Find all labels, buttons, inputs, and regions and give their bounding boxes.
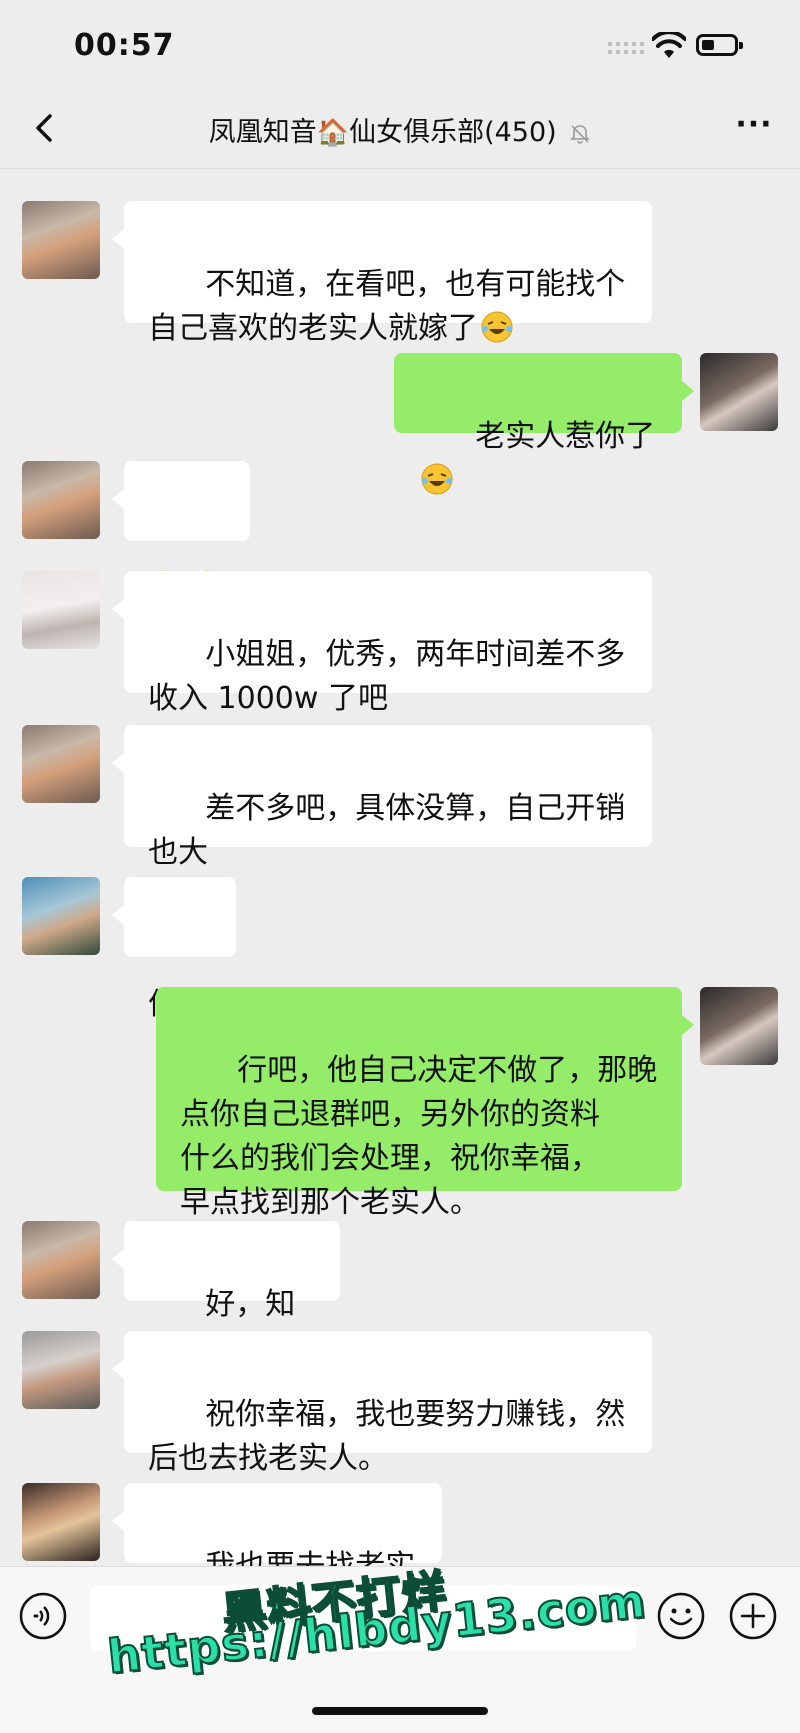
- message-text: 小姐姐，优秀，两年时间差不多 收入 1000w 了吧: [148, 637, 626, 716]
- avatar[interactable]: [22, 571, 100, 649]
- signal-icon: [606, 40, 646, 56]
- message-bubble[interactable]: 小姐姐，优秀，两年时间差不多 收入 1000w 了吧: [112, 571, 652, 716]
- message-text: 差不多吧，具体没算，自己开销 也大: [148, 791, 626, 870]
- message-bubble[interactable]: [112, 461, 250, 606]
- message-bubble[interactable]: 差不多吧，具体没算，自己开销 也大: [112, 725, 652, 870]
- avatar[interactable]: [22, 461, 100, 539]
- message-text: 行吧，他自己决定不做了，那晚 点你自己退群吧，另外你的资料 什么的我们会处理，祝…: [180, 1053, 658, 1220]
- chat-title-part1: 凤凰知音: [208, 117, 317, 148]
- avatar[interactable]: [22, 1483, 100, 1561]
- chat-header: 凤凰知音🏠仙女俱乐部(450) ···: [0, 90, 800, 169]
- avatar[interactable]: [22, 201, 100, 279]
- laugh-cry-emoji-icon: [421, 463, 453, 495]
- message-list: 不知道，在看吧，也有可能找个 自己喜欢的老实人就嫁了 老实人惹你了 小姐姐，优秀…: [0, 169, 800, 1628]
- laugh-cry-emoji-icon: [481, 311, 513, 343]
- avatar[interactable]: [22, 1331, 100, 1409]
- message-bubble[interactable]: 不知道，在看吧，也有可能找个 自己喜欢的老实人就嫁了: [112, 201, 652, 346]
- message-text: 老实人惹你了: [475, 419, 656, 454]
- avatar[interactable]: [22, 1221, 100, 1299]
- plus-icon[interactable]: [728, 1591, 778, 1641]
- status-bar: 00:57: [0, 0, 800, 90]
- wifi-icon: [652, 32, 686, 58]
- message-bubble[interactable]: 祝你幸福，我也要努力赚钱，然 后也去找老实人。: [112, 1331, 652, 1476]
- status-time: 00:57: [74, 28, 175, 63]
- message-bubble[interactable]: 优秀: [112, 877, 236, 1022]
- avatar[interactable]: [700, 987, 778, 1065]
- mute-bell-icon: [570, 124, 591, 144]
- message-bubble[interactable]: 行吧，他自己决定不做了，那晚 点你自己退群吧，另外你的资料 什么的我们会处理，祝…: [156, 987, 694, 1220]
- more-button[interactable]: ···: [734, 110, 774, 146]
- avatar[interactable]: [700, 353, 778, 431]
- message-bubble[interactable]: 老实人惹你了: [394, 353, 694, 495]
- battery-icon: [696, 34, 743, 56]
- home-indicator: [312, 1707, 488, 1715]
- chat-title-part2: 仙女俱乐部(450): [349, 117, 557, 148]
- message-text: 不知道，在看吧，也有可能找个 自己喜欢的老实人就嫁了: [148, 267, 626, 346]
- message-text: 祝你幸福，我也要努力赚钱，然 后也去找老实人。: [148, 1397, 626, 1476]
- voice-icon[interactable]: [18, 1591, 68, 1641]
- chat-title: 凤凰知音🏠仙女俱乐部(450): [0, 110, 800, 149]
- emoji-icon[interactable]: [656, 1591, 706, 1641]
- avatar[interactable]: [22, 877, 100, 955]
- avatar[interactable]: [22, 725, 100, 803]
- house-emoji: 🏠: [316, 118, 350, 148]
- message-bubble[interactable]: 我也要去找老实人: [112, 1483, 442, 1628]
- message-bubble[interactable]: 好，知道了: [112, 1221, 340, 1366]
